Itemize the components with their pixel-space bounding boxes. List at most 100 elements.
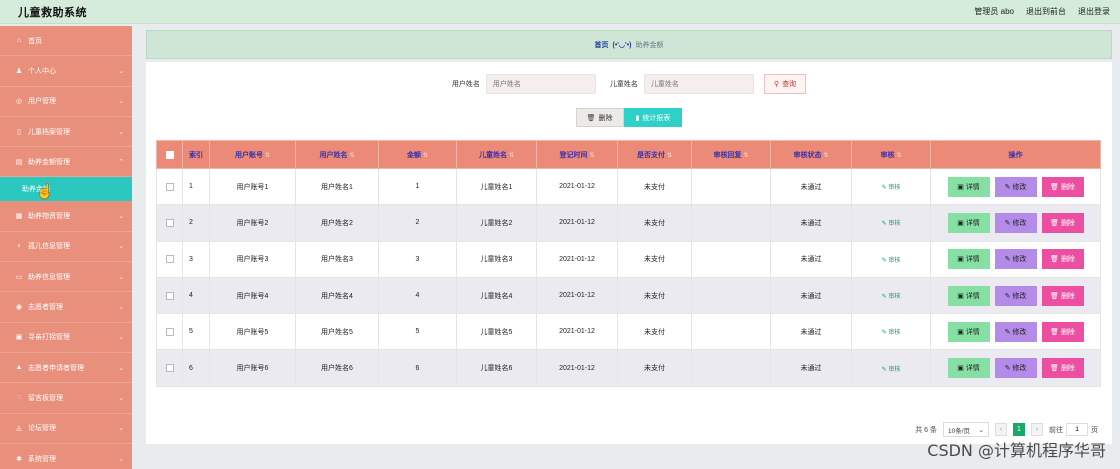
detail-button[interactable]: ▣ 详情 bbox=[947, 285, 990, 306]
stats-report-button[interactable]: ▮ 统计报表 bbox=[623, 108, 683, 127]
edit-button-label: 修改 bbox=[1012, 328, 1027, 336]
sidebar-item[interactable]: ▲ 志愿者申请者管理 ⌄ bbox=[0, 353, 132, 384]
audit-link[interactable]: ✎ 审核 bbox=[882, 221, 901, 227]
row-select-cell[interactable] bbox=[156, 349, 183, 387]
sidebar-item[interactable]: ♀ 孤儿信息管理 ⌄ bbox=[0, 232, 132, 263]
sidebar-item[interactable]: ♟ 个人中心 ⌄ bbox=[0, 56, 132, 87]
row-select-cell[interactable] bbox=[156, 167, 183, 206]
detail-button[interactable]: ▣ 详情 bbox=[947, 176, 990, 197]
search-family-icon: ▣ bbox=[15, 334, 23, 342]
sort-icon[interactable]: ⇅ bbox=[589, 153, 594, 159]
edit-button[interactable]: ✎ 修改 bbox=[994, 176, 1037, 197]
column-header[interactable]: 是否支付 ⇅ bbox=[617, 140, 692, 169]
sidebar-item[interactable]: ▭ 助养信息管理 ⌄ bbox=[0, 262, 132, 293]
sort-icon[interactable]: ⇅ bbox=[667, 153, 672, 159]
breadcrumb-emoticon: (•'◡'•) bbox=[612, 41, 632, 49]
edit-button-label: 修改 bbox=[1012, 183, 1027, 191]
column-header[interactable]: 用户姓名 ⇅ bbox=[295, 140, 379, 169]
audit-link[interactable]: ✎ 审核 bbox=[882, 330, 901, 336]
breadcrumb-home[interactable]: 首页 bbox=[594, 40, 608, 50]
cell-operations: ▣ 详情 ✎ 修改 🗑 删除 bbox=[930, 276, 1101, 315]
page-number-current[interactable]: 1 bbox=[1013, 423, 1025, 436]
row-select-cell[interactable] bbox=[156, 313, 183, 351]
sort-icon[interactable]: ⇅ bbox=[743, 153, 748, 159]
sidebar-item[interactable]: ◬ 论坛管理 ⌄ bbox=[0, 414, 132, 444]
delete-button-label: 删除 bbox=[1060, 256, 1075, 264]
chevron-down-icon: ⌄ bbox=[118, 67, 124, 75]
delete-button[interactable]: 🗑 删除 bbox=[1041, 212, 1084, 233]
sort-icon[interactable]: ⇅ bbox=[423, 153, 428, 159]
sidebar-item[interactable]: ▦ 助养物资管理 ⌄ bbox=[0, 201, 132, 232]
audit-link[interactable]: ✎ 审核 bbox=[882, 185, 901, 191]
content-panel: 用户姓名 儿童姓名 ⚲ 查询 🗑 删除 ▮ 统计报表 bbox=[146, 62, 1112, 444]
edit-button[interactable]: ✎ 修改 bbox=[994, 212, 1037, 233]
query-button[interactable]: ⚲ 查询 bbox=[763, 74, 807, 94]
row-checkbox[interactable] bbox=[165, 291, 174, 300]
page-size-select[interactable]: 10条/页 ⌄ bbox=[943, 422, 989, 437]
delete-button[interactable]: 🗑 删除 bbox=[1041, 358, 1084, 379]
row-checkbox[interactable] bbox=[165, 218, 174, 227]
detail-button[interactable]: ▣ 详情 bbox=[947, 321, 990, 342]
column-header[interactable]: 审核状态 ⇅ bbox=[770, 140, 852, 169]
select-all-checkbox[interactable] bbox=[165, 150, 174, 159]
column-header[interactable]: 登记时间 ⇅ bbox=[536, 140, 618, 169]
row-checkbox[interactable] bbox=[165, 182, 174, 191]
sort-icon[interactable]: ⇅ bbox=[265, 153, 270, 159]
edit-button[interactable]: ✎ 修改 bbox=[994, 285, 1037, 306]
child-name-input[interactable] bbox=[643, 74, 754, 94]
select-all-cell[interactable] bbox=[156, 140, 183, 169]
sidebar-item[interactable]: ▤ 助养金额管理 ⌃ bbox=[0, 147, 132, 178]
batch-delete-button[interactable]: 🗑 删除 bbox=[575, 108, 624, 127]
delete-button[interactable]: 🗑 删除 bbox=[1041, 249, 1084, 270]
user-name-input[interactable] bbox=[485, 74, 596, 94]
data-table: 索引 用户账号 ⇅ 用户姓名 ⇅ 金额 ⇅ 儿童姓名 ⇅ 登记时间 ⇅ 是否支付 ⇅ 审核回复 ⇅ 审核状态 ⇅… bbox=[156, 140, 1101, 387]
delete-button[interactable]: 🗑 删除 bbox=[1041, 285, 1084, 306]
sort-icon[interactable]: ⇅ bbox=[509, 153, 514, 159]
row-select-cell[interactable] bbox=[156, 276, 183, 315]
next-page-button[interactable]: › bbox=[1031, 423, 1043, 436]
back-to-front-link[interactable]: 退出到前台 bbox=[1026, 6, 1066, 17]
audit-link[interactable]: ✎ 审核 bbox=[882, 294, 901, 300]
sidebar-item[interactable]: ✱ 系统管理 ⌄ bbox=[0, 444, 132, 469]
column-header[interactable]: 儿童姓名 ⇅ bbox=[456, 140, 537, 169]
delete-button[interactable]: 🗑 删除 bbox=[1041, 176, 1084, 197]
logout-link[interactable]: 退出登录 bbox=[1078, 6, 1110, 17]
sort-icon[interactable]: ⇅ bbox=[896, 153, 901, 159]
pointer-cursor-icon: ☝ bbox=[36, 183, 54, 200]
goto-page-input[interactable] bbox=[1066, 423, 1088, 436]
detail-button[interactable]: ▣ 详情 bbox=[947, 358, 990, 379]
column-header[interactable]: 索引 bbox=[182, 140, 210, 169]
sort-icon[interactable]: ⇅ bbox=[823, 153, 828, 159]
row-select-cell[interactable] bbox=[156, 240, 183, 278]
detail-icon: ▣ bbox=[957, 292, 964, 300]
audit-link[interactable]: ✎ 审核 bbox=[882, 367, 901, 373]
column-header[interactable]: 金额 ⇅ bbox=[378, 140, 457, 169]
row-checkbox[interactable] bbox=[165, 364, 174, 373]
sidebar-item[interactable]: ◌ 留言板管理 ⌄ bbox=[0, 383, 132, 414]
edit-button[interactable]: ✎ 修改 bbox=[994, 249, 1037, 270]
detail-button[interactable]: ▣ 详情 bbox=[947, 212, 990, 233]
row-checkbox[interactable] bbox=[165, 327, 174, 336]
row-select-cell[interactable] bbox=[156, 204, 183, 242]
delete-button[interactable]: 🗑 删除 bbox=[1041, 321, 1084, 342]
edit-button[interactable]: ✎ 修改 bbox=[994, 358, 1037, 379]
prev-page-button[interactable]: ‹ bbox=[995, 423, 1007, 436]
column-header[interactable]: 用户账号 ⇅ bbox=[209, 140, 296, 169]
cell-child: 儿童姓名2 bbox=[456, 204, 537, 242]
row-index: 4 bbox=[182, 276, 210, 315]
column-header[interactable]: 审核 ⇅ bbox=[851, 140, 931, 169]
edit-button[interactable]: ✎ 修改 bbox=[994, 321, 1037, 342]
cell-status: 未通过 bbox=[770, 349, 852, 387]
row-checkbox[interactable] bbox=[165, 255, 174, 264]
sidebar-item[interactable]: ◉ 志愿者管理 ⌄ bbox=[0, 292, 132, 323]
sidebar-item[interactable]: ⌂ 首页 bbox=[0, 26, 132, 57]
sort-icon[interactable]: ⇅ bbox=[349, 153, 354, 159]
detail-button[interactable]: ▣ 详情 bbox=[947, 249, 990, 270]
sidebar-subitem-active[interactable]: 助养金额 ☝ bbox=[0, 177, 132, 202]
sidebar-item[interactable]: ▣ 寻亲打拐管理 ⌄ bbox=[0, 323, 132, 353]
audit-link[interactable]: ✎ 审核 bbox=[882, 258, 901, 264]
sidebar-item[interactable]: ◎ 用户管理 ⌄ bbox=[0, 87, 132, 117]
column-header[interactable]: 审核回复 ⇅ bbox=[691, 140, 771, 169]
sidebar-item[interactable]: ▯ 儿童档案管理 ⌄ bbox=[0, 117, 132, 148]
sidebar-item-label: 留言板管理 bbox=[28, 394, 63, 402]
